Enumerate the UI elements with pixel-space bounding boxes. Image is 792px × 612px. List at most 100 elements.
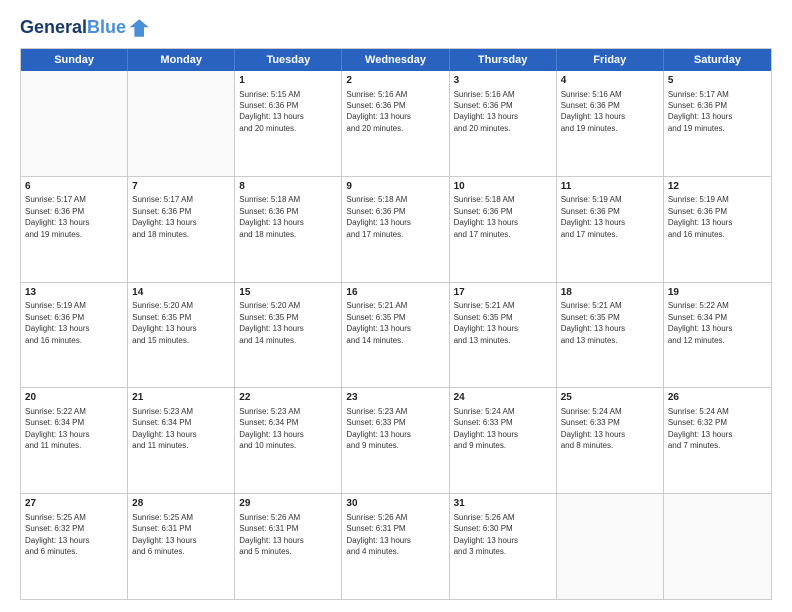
calendar-cell-empty	[21, 71, 128, 176]
header-day-thursday: Thursday	[450, 49, 557, 71]
calendar-cell-day-27: 27 Sunrise: 5:25 AM Sunset: 6:32 PM Dayli…	[21, 494, 128, 599]
day-number: 7	[132, 180, 230, 194]
calendar-cell-day-13: 13Sunrise: 5:19 AM Sunset: 6:36 PM Dayli…	[21, 283, 128, 388]
calendar-body: 1 Sunrise: 5:15 AM Sunset: 6:36 PM Daylig…	[21, 71, 771, 599]
calendar-cell-day-28: 28 Sunrise: 5:25 AM Sunset: 6:31 PM Dayli…	[128, 494, 235, 599]
day-info: Sunrise: 5:20 AM Sunset: 6:35 PM Dayligh…	[239, 301, 303, 344]
day-number: 14	[132, 286, 230, 300]
day-info: Sunrise: 5:21 AM Sunset: 6:35 PM Dayligh…	[346, 301, 410, 344]
day-info: Sunrise: 5:21 AM Sunset: 6:35 PM Dayligh…	[454, 301, 518, 344]
day-number: 16	[346, 286, 444, 300]
header-day-monday: Monday	[128, 49, 235, 71]
day-info: Sunrise: 5:18 AM Sunset: 6:36 PM Dayligh…	[346, 195, 410, 238]
day-number: 1	[239, 74, 337, 88]
calendar-cell-day-5: 5Sunrise: 5:17 AM Sunset: 6:36 PM Daylig…	[664, 71, 771, 176]
day-info: Sunrise: 5:24 AM Sunset: 6:33 PM Dayligh…	[561, 407, 625, 450]
day-number: 11	[561, 180, 659, 194]
calendar-cell-day-4: 4 Sunrise: 5:16 AM Sunset: 6:36 PM Daylig…	[557, 71, 664, 176]
calendar-cell-day-12: 12Sunrise: 5:19 AM Sunset: 6:36 PM Dayli…	[664, 177, 771, 282]
day-number: 6	[25, 180, 123, 194]
day-number: 12	[668, 180, 767, 194]
calendar-cell-day-18: 18Sunrise: 5:21 AM Sunset: 6:35 PM Dayli…	[557, 283, 664, 388]
day-number: 30	[346, 497, 444, 511]
day-info: Sunrise: 5:26 AM Sunset: 6:30 PM Dayligh…	[454, 513, 518, 556]
header-day-friday: Friday	[557, 49, 664, 71]
day-info: Sunrise: 5:17 AM Sunset: 6:36 PM Dayligh…	[132, 195, 196, 238]
calendar-cell-day-22: 22 Sunrise: 5:23 AM Sunset: 6:34 PM Dayli…	[235, 388, 342, 493]
calendar-cell-day-19: 19Sunrise: 5:22 AM Sunset: 6:34 PM Dayli…	[664, 283, 771, 388]
day-info: Sunrise: 5:17 AM Sunset: 6:36 PM Dayligh…	[25, 195, 89, 238]
calendar-cell-day-9: 9Sunrise: 5:18 AM Sunset: 6:36 PM Daylig…	[342, 177, 449, 282]
day-info: Sunrise: 5:25 AM Sunset: 6:31 PM Dayligh…	[132, 513, 196, 556]
calendar-cell-day-30: 30 Sunrise: 5:26 AM Sunset: 6:31 PM Dayli…	[342, 494, 449, 599]
header: GeneralBlue	[20, 16, 772, 40]
calendar-cell-day-17: 17Sunrise: 5:21 AM Sunset: 6:35 PM Dayli…	[450, 283, 557, 388]
calendar-row-2: 6Sunrise: 5:17 AM Sunset: 6:36 PM Daylig…	[21, 177, 771, 283]
day-info: Sunrise: 5:19 AM Sunset: 6:36 PM Dayligh…	[25, 301, 89, 344]
calendar: SundayMondayTuesdayWednesdayThursdayFrid…	[20, 48, 772, 600]
day-number: 4	[561, 74, 659, 88]
day-number: 3	[454, 74, 552, 88]
day-number: 19	[668, 286, 767, 300]
calendar-cell-empty	[128, 71, 235, 176]
day-info: Sunrise: 5:25 AM Sunset: 6:32 PM Dayligh…	[25, 513, 89, 556]
calendar-cell-day-6: 6Sunrise: 5:17 AM Sunset: 6:36 PM Daylig…	[21, 177, 128, 282]
calendar-cell-day-25: 25 Sunrise: 5:24 AM Sunset: 6:33 PM Dayli…	[557, 388, 664, 493]
header-day-tuesday: Tuesday	[235, 49, 342, 71]
day-number: 29	[239, 497, 337, 511]
calendar-cell-day-20: 20Sunrise: 5:22 AM Sunset: 6:34 PM Dayli…	[21, 388, 128, 493]
calendar-cell-empty	[664, 494, 771, 599]
day-number: 15	[239, 286, 337, 300]
day-number: 26	[668, 391, 767, 405]
day-info: Sunrise: 5:16 AM Sunset: 6:36 PM Dayligh…	[346, 90, 410, 133]
calendar-row-5: 27 Sunrise: 5:25 AM Sunset: 6:32 PM Dayli…	[21, 494, 771, 599]
calendar-cell-day-2: 2 Sunrise: 5:16 AM Sunset: 6:36 PM Daylig…	[342, 71, 449, 176]
day-info: Sunrise: 5:26 AM Sunset: 6:31 PM Dayligh…	[346, 513, 410, 556]
day-number: 28	[132, 497, 230, 511]
header-day-wednesday: Wednesday	[342, 49, 449, 71]
day-info: Sunrise: 5:18 AM Sunset: 6:36 PM Dayligh…	[454, 195, 518, 238]
calendar-cell-day-23: 23 Sunrise: 5:23 AM Sunset: 6:33 PM Dayli…	[342, 388, 449, 493]
calendar-row-4: 20Sunrise: 5:22 AM Sunset: 6:34 PM Dayli…	[21, 388, 771, 494]
day-number: 8	[239, 180, 337, 194]
day-number: 5	[668, 74, 767, 88]
calendar-row-3: 13Sunrise: 5:19 AM Sunset: 6:36 PM Dayli…	[21, 283, 771, 389]
day-number: 31	[454, 497, 552, 511]
calendar-cell-day-29: 29 Sunrise: 5:26 AM Sunset: 6:31 PM Dayli…	[235, 494, 342, 599]
day-info: Sunrise: 5:18 AM Sunset: 6:36 PM Dayligh…	[239, 195, 303, 238]
header-day-saturday: Saturday	[664, 49, 771, 71]
logo-text: GeneralBlue	[20, 18, 126, 38]
day-number: 13	[25, 286, 123, 300]
day-info: Sunrise: 5:20 AM Sunset: 6:35 PM Dayligh…	[132, 301, 196, 344]
calendar-cell-day-8: 8Sunrise: 5:18 AM Sunset: 6:36 PM Daylig…	[235, 177, 342, 282]
calendar-cell-day-26: 26 Sunrise: 5:24 AM Sunset: 6:32 PM Dayli…	[664, 388, 771, 493]
header-day-sunday: Sunday	[21, 49, 128, 71]
day-number: 27	[25, 497, 123, 511]
day-info: Sunrise: 5:24 AM Sunset: 6:32 PM Dayligh…	[668, 407, 732, 450]
day-number: 22	[239, 391, 337, 405]
day-number: 17	[454, 286, 552, 300]
day-number: 18	[561, 286, 659, 300]
calendar-cell-day-7: 7Sunrise: 5:17 AM Sunset: 6:36 PM Daylig…	[128, 177, 235, 282]
day-info: Sunrise: 5:16 AM Sunset: 6:36 PM Dayligh…	[561, 90, 625, 133]
day-info: Sunrise: 5:16 AM Sunset: 6:36 PM Dayligh…	[454, 90, 518, 133]
day-number: 20	[25, 391, 123, 405]
calendar-row-1: 1 Sunrise: 5:15 AM Sunset: 6:36 PM Daylig…	[21, 71, 771, 177]
calendar-cell-day-16: 16Sunrise: 5:21 AM Sunset: 6:35 PM Dayli…	[342, 283, 449, 388]
day-info: Sunrise: 5:23 AM Sunset: 6:34 PM Dayligh…	[239, 407, 303, 450]
day-number: 9	[346, 180, 444, 194]
day-info: Sunrise: 5:15 AM Sunset: 6:36 PM Dayligh…	[239, 90, 303, 133]
calendar-cell-day-10: 10Sunrise: 5:18 AM Sunset: 6:36 PM Dayli…	[450, 177, 557, 282]
day-number: 25	[561, 391, 659, 405]
logo-icon	[128, 16, 152, 40]
calendar-cell-day-21: 21Sunrise: 5:23 AM Sunset: 6:34 PM Dayli…	[128, 388, 235, 493]
day-number: 2	[346, 74, 444, 88]
day-number: 23	[346, 391, 444, 405]
day-info: Sunrise: 5:22 AM Sunset: 6:34 PM Dayligh…	[668, 301, 732, 344]
day-info: Sunrise: 5:26 AM Sunset: 6:31 PM Dayligh…	[239, 513, 303, 556]
calendar-cell-day-1: 1 Sunrise: 5:15 AM Sunset: 6:36 PM Daylig…	[235, 71, 342, 176]
day-info: Sunrise: 5:23 AM Sunset: 6:33 PM Dayligh…	[346, 407, 410, 450]
day-number: 21	[132, 391, 230, 405]
day-info: Sunrise: 5:19 AM Sunset: 6:36 PM Dayligh…	[561, 195, 625, 238]
calendar-cell-day-15: 15Sunrise: 5:20 AM Sunset: 6:35 PM Dayli…	[235, 283, 342, 388]
